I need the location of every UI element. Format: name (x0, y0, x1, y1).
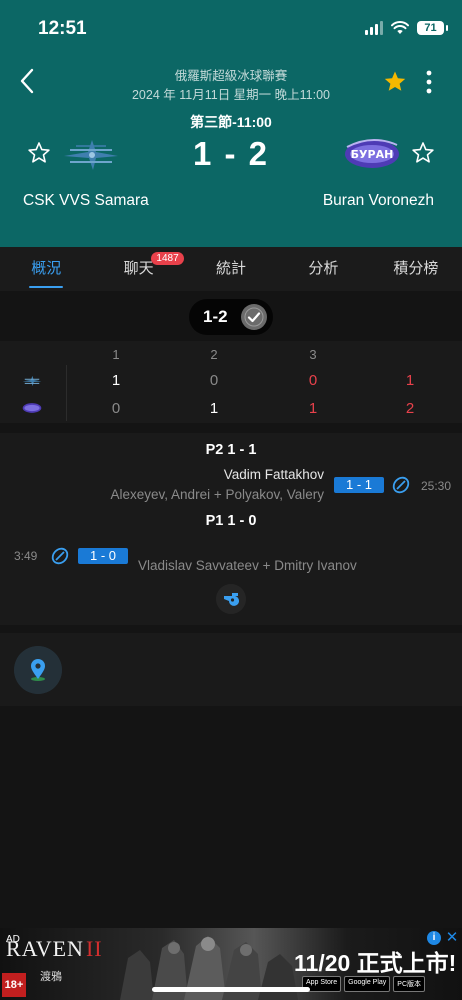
tab-standings[interactable]: 積分榜 (370, 247, 462, 291)
p2-goal-time: 25:30 (421, 479, 452, 493)
away-total: 2 (405, 400, 415, 417)
tab-overview[interactable]: 概況 (0, 247, 92, 291)
hockey-puck-icon (392, 476, 410, 494)
p1-goal-score-badge: 1 - 0 (78, 548, 128, 564)
favorite-star-icon[interactable] (383, 70, 407, 94)
ad-close-icon[interactable]: ✕ (444, 930, 460, 946)
tab-stats[interactable]: 統計 (185, 247, 277, 291)
period-header-3: 3 (309, 347, 317, 362)
period-header-2: 2 (210, 347, 218, 362)
google-play-button[interactable]: Google Play (344, 976, 391, 992)
home-total: 1 (405, 372, 415, 389)
ad-brand-text: RAVEN (6, 936, 84, 961)
tab-analysis[interactable]: 分析 (277, 247, 369, 291)
ad-info-icon[interactable]: i (427, 931, 441, 945)
status-time: 12:51 (38, 18, 87, 39)
ad-headline: 11/20 正式上市! (294, 950, 457, 976)
tab-chat[interactable]: 聊天 1487 (92, 247, 184, 291)
p2-goal-assists: Alexeyev, Andrei + Polyakov, Valery (110, 487, 324, 502)
follow-home-star-icon[interactable] (27, 141, 51, 165)
wifi-icon (391, 21, 409, 34)
period-1-header: P1 1 - 0 (205, 513, 257, 529)
tab-chat-label: 聊天 (123, 260, 154, 277)
more-options-icon[interactable] (424, 70, 434, 94)
cellular-signal-icon (365, 21, 383, 35)
away-team-name[interactable]: Buran Voronezh (323, 192, 434, 210)
home-team-logo (64, 140, 118, 170)
ad-brand: RAVENII (6, 936, 103, 962)
pc-version-button[interactable]: PC版本 (393, 976, 426, 992)
ad-brand-sub: 渡鴉 (40, 971, 62, 983)
venue-section (0, 633, 462, 706)
follow-away-star-icon[interactable] (411, 141, 435, 165)
away-team-logo: БУРАН (345, 139, 399, 168)
home-p1: 1 (111, 372, 121, 389)
away-p3: 1 (308, 400, 318, 417)
home-p3: 0 (308, 372, 318, 389)
home-p2: 0 (209, 372, 219, 389)
battery-icon: 71 (417, 21, 448, 35)
chat-count-badge: 1487 (151, 252, 184, 265)
away-p1: 0 (111, 400, 121, 417)
p1-goal-scorers[interactable]: Vladislav Savvateev + Dmitry Ivanov (138, 558, 357, 573)
ad-brand-numeral: II (85, 936, 103, 961)
pill-score: 1-2 (203, 307, 228, 326)
home-mini-logo (22, 375, 42, 387)
p2-goal-scorer[interactable]: Vadim Fattakhov (224, 467, 324, 482)
age-rating-badge: 18+ (2, 973, 26, 997)
status-icons: 71 (365, 21, 448, 35)
period-clock: 第三節-11:00 (190, 114, 272, 130)
match-events: P2 1 - 1 Vadim Fattakhov Alexeyev, Andre… (0, 433, 462, 625)
whistle-icon[interactable] (216, 584, 246, 614)
away-p2: 1 (209, 400, 219, 417)
hockey-puck-icon (51, 547, 69, 565)
match-header: 12:51 71 俄羅斯超級冰球聯賽 2024 年 11月11日 星期一 晚上1… (0, 0, 462, 247)
home-indicator[interactable] (152, 987, 310, 992)
period-header-1: 1 (112, 347, 120, 362)
ad-store-buttons: App Store Google Play PC版本 (302, 976, 426, 992)
check-icon (241, 304, 267, 330)
away-logo-text: БУРАН (351, 148, 394, 161)
p2-goal-score-badge: 1 - 1 (334, 477, 384, 493)
period-score-table: 1 2 3 1 0 0 1 0 1 1 2 (0, 341, 462, 423)
table-divider (66, 365, 67, 421)
home-team-name[interactable]: CSK VVS Samara (23, 192, 149, 210)
away-mini-logo (22, 403, 42, 413)
tab-bar: 概況 聊天 1487 統計 分析 積分榜 (0, 247, 462, 291)
location-pin-icon[interactable] (14, 646, 62, 694)
period-2-header: P2 1 - 1 (205, 442, 257, 458)
score-pill: 1-2 (189, 299, 273, 335)
p1-goal-time: 3:49 (14, 549, 38, 563)
